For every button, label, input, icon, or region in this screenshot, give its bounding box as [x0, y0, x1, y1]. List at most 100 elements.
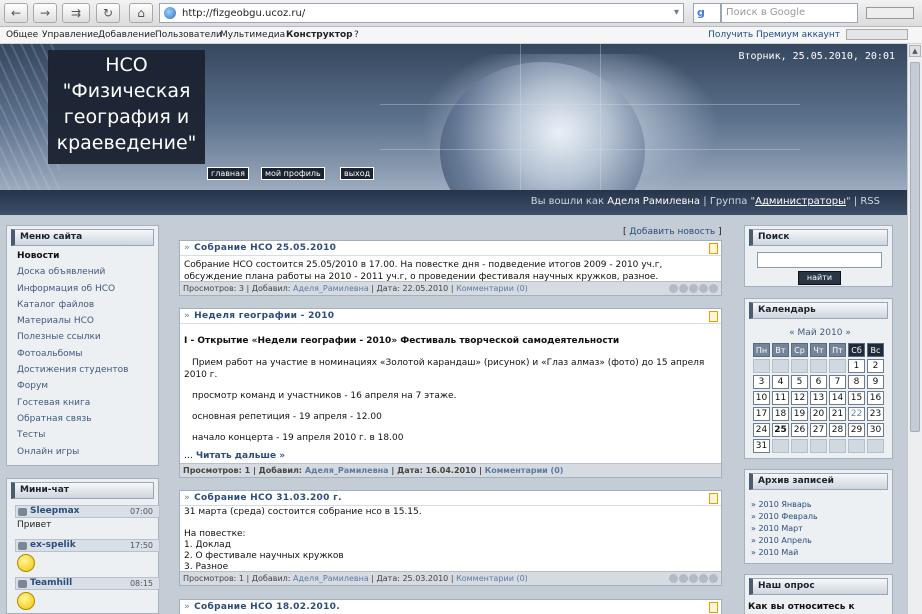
calendar-day[interactable]: 30	[867, 423, 884, 437]
site-search-input[interactable]	[757, 252, 882, 268]
menu-item-about[interactable]: Информация об НСО	[17, 284, 128, 300]
browser-search-input[interactable]: Поиск в Google	[721, 3, 858, 23]
calendar-day[interactable]: 6	[810, 375, 827, 389]
ucoz-menu-management[interactable]: Управление	[42, 30, 98, 40]
calendar-day[interactable]: 25	[772, 423, 789, 437]
menu-item-links[interactable]: Полезные ссылки	[17, 332, 128, 348]
calendar-day[interactable]: 13	[810, 391, 827, 405]
ucoz-menu-add[interactable]: Добавление	[98, 30, 155, 40]
login-user[interactable]: Аделя Рамилевна	[607, 196, 700, 207]
ucoz-menu-multimedia[interactable]: Мультимедиа	[220, 30, 285, 40]
ucoz-menu-constructor[interactable]: Конструктор	[286, 30, 353, 40]
calendar-day[interactable]: 2	[867, 359, 884, 373]
ucoz-widget[interactable]	[846, 29, 908, 40]
menu-item-games[interactable]: Онлайн игры	[17, 447, 128, 463]
calendar-day[interactable]: 19	[791, 407, 808, 421]
calendar-day[interactable]: 24	[753, 423, 770, 437]
profile-link[interactable]: мой профиль	[261, 167, 325, 180]
home-icon[interactable]: ⌂	[129, 3, 153, 23]
menu-item-photos[interactable]: Фотоальбомы	[17, 349, 128, 365]
read-more-link[interactable]: Читать дальше »	[196, 451, 285, 461]
rss-icon[interactable]	[709, 602, 718, 613]
calendar-day[interactable]: 22	[848, 407, 865, 421]
chat-user[interactable]: Sleepmax	[30, 506, 79, 516]
post-author[interactable]: Аделя_Рамилевна	[305, 466, 389, 475]
page-scrollbar[interactable]: ▲	[907, 44, 922, 614]
ucoz-menu-general[interactable]: Общее	[6, 30, 38, 40]
home-link[interactable]: главная	[207, 167, 249, 180]
archive-item[interactable]: » 2010 Апрель	[751, 536, 818, 548]
post-comments[interactable]: Комментарии (0)	[456, 284, 528, 293]
menu-item-files[interactable]: Каталог файлов	[17, 300, 128, 316]
address-bar[interactable]: http://fizgeobgu.ucoz.ru/ ▾	[159, 3, 684, 23]
post-title[interactable]: » Собрание НСО 25.05.2010	[184, 243, 336, 253]
rating-stars[interactable]	[668, 574, 718, 587]
calendar-day[interactable]: 18	[772, 407, 789, 421]
rating-stars[interactable]	[668, 284, 718, 297]
rss-link[interactable]: RSS	[860, 196, 880, 207]
calendar-day[interactable]: 1	[848, 359, 865, 373]
calendar-next[interactable]: »	[845, 328, 851, 338]
post-author[interactable]: Аделя_Рамилевна	[293, 574, 369, 583]
chat-user[interactable]: ex-spelik	[30, 540, 76, 550]
ucoz-menu-users[interactable]: Пользователи	[155, 30, 222, 40]
rss-icon[interactable]	[709, 493, 718, 504]
calendar-day[interactable]: 29	[848, 423, 865, 437]
calendar-day[interactable]: 12	[791, 391, 808, 405]
menu-item-achievements[interactable]: Достижения студентов	[17, 365, 128, 381]
search-button[interactable]: найти	[798, 271, 841, 285]
calendar-day[interactable]: 17	[753, 407, 770, 421]
menu-item-feedback[interactable]: Обратная связь	[17, 414, 128, 430]
toolbar-slider[interactable]	[866, 7, 914, 19]
calendar-day[interactable]: 4	[772, 375, 789, 389]
dropdown-arrow-icon[interactable]: ▾	[674, 7, 679, 18]
back-icon[interactable]: ←	[4, 3, 28, 23]
add-news-link[interactable]: Добавить новость	[629, 227, 715, 237]
scroll-up-icon[interactable]: ▲	[909, 45, 921, 57]
chat-user[interactable]: Teamhill	[30, 578, 72, 588]
post-title[interactable]: » Неделя географии - 2010	[184, 311, 334, 321]
post-comments[interactable]: Комментарии (0)	[456, 574, 528, 583]
calendar-day[interactable]: 20	[810, 407, 827, 421]
archive-item[interactable]: » 2010 Январь	[751, 500, 818, 512]
calendar-day[interactable]: 11	[772, 391, 789, 405]
post-author[interactable]: Аделя_Рамилевна	[293, 284, 369, 293]
menu-item-tests[interactable]: Тесты	[17, 430, 128, 446]
forward-icon[interactable]: →	[33, 3, 57, 23]
history-forward-icon[interactable]: ⇉	[62, 3, 90, 23]
rss-icon[interactable]	[709, 311, 718, 322]
menu-item-news[interactable]: Новости	[17, 251, 128, 267]
calendar-month[interactable]: Май 2010	[798, 328, 843, 338]
calendar-day[interactable]: 8	[848, 375, 865, 389]
calendar-day[interactable]: 9	[867, 375, 884, 389]
calendar-day[interactable]: 21	[829, 407, 846, 421]
logout-link[interactable]: выход	[340, 167, 375, 180]
post-title[interactable]: » Собрание НСО 18.02.2010.	[184, 602, 340, 612]
calendar-day[interactable]: 16	[867, 391, 884, 405]
archive-item[interactable]: » 2010 Май	[751, 548, 818, 560]
calendar-day[interactable]: 28	[829, 423, 846, 437]
calendar-day[interactable]: 3	[753, 375, 770, 389]
calendar-day[interactable]: 10	[753, 391, 770, 405]
menu-item-materials[interactable]: Материалы НСО	[17, 316, 128, 332]
post-title[interactable]: » Собрание НСО 31.03.200 г.	[184, 493, 342, 503]
archive-item[interactable]: » 2010 Февраль	[751, 512, 818, 524]
menu-item-board[interactable]: Доска объявлений	[17, 267, 128, 283]
search-engine-icon[interactable]: g	[693, 3, 721, 23]
menu-item-guestbook[interactable]: Гостевая книга	[17, 398, 128, 414]
premium-link[interactable]: Получить Премиум аккаунт	[708, 30, 840, 40]
calendar-day[interactable]: 5	[791, 375, 808, 389]
calendar-day[interactable]: 31	[753, 439, 770, 453]
ucoz-menu-help[interactable]: ?	[354, 30, 359, 40]
scroll-thumb[interactable]	[910, 62, 920, 432]
menu-item-forum[interactable]: Форум	[17, 381, 128, 397]
archive-item[interactable]: » 2010 Март	[751, 524, 818, 536]
rss-icon[interactable]	[709, 243, 718, 254]
calendar-day[interactable]: 7	[829, 375, 846, 389]
calendar-prev[interactable]: «	[789, 328, 795, 338]
reload-icon[interactable]: ↻	[96, 3, 120, 23]
calendar-day[interactable]: 23	[867, 407, 884, 421]
post-comments[interactable]: Комментарии (0)	[485, 466, 564, 475]
calendar-day[interactable]: 14	[829, 391, 846, 405]
calendar-day[interactable]: 27	[810, 423, 827, 437]
